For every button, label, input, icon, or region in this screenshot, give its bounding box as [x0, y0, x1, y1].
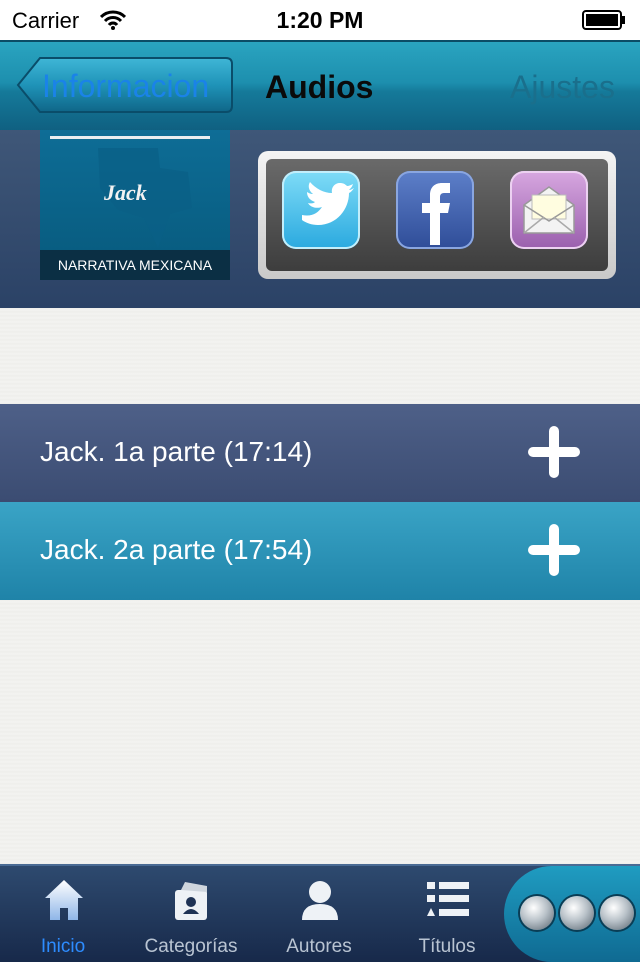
add-icon[interactable] [526, 522, 582, 578]
share-panel-inner [266, 159, 608, 271]
home-icon [45, 880, 83, 920]
add-icon[interactable] [526, 424, 582, 480]
tab-autores[interactable]: Autores [264, 866, 374, 962]
share-panel [258, 151, 616, 279]
detail-header: Jack NARRATIVA MEXICANA [0, 130, 640, 308]
back-button[interactable]: Informacion [16, 56, 233, 114]
cover-divider [50, 136, 210, 139]
facebook-share-button[interactable] [396, 171, 474, 249]
tab-label: Categorías [144, 936, 238, 957]
battery-icon [582, 10, 625, 30]
cover-title: Jack [104, 180, 147, 205]
more-icon-dot [600, 896, 634, 930]
author-icon [302, 881, 338, 920]
facebook-icon [422, 183, 450, 245]
more-icon-dot [520, 896, 554, 930]
twitter-share-button[interactable] [282, 171, 360, 249]
clock: 1:20 PM [276, 7, 364, 33]
mail-share-button[interactable] [510, 171, 588, 249]
tab-label: Inicio [40, 936, 86, 957]
track-row[interactable]: Jack. 1a parte (17:14) [0, 404, 640, 502]
more-icon-dot [560, 896, 594, 930]
categories-icon [175, 882, 207, 920]
content-area: Jack. 1a parte (17:14) Jack. 2a parte (1… [0, 308, 640, 864]
nav-title-audios[interactable]: Audios [265, 69, 373, 106]
nav-bar: Informacion Audios Ajustes [0, 40, 640, 134]
tab-label: Autores [286, 936, 352, 957]
back-button-label: Informacion [42, 68, 210, 104]
tab-titulos[interactable]: Títulos [392, 866, 502, 962]
twitter-icon [302, 182, 354, 225]
tab-bar: Inicio Categorías Autores Títulos [0, 864, 640, 962]
mail-icon [523, 186, 575, 234]
tab-label: Títulos [418, 936, 476, 957]
track-title: Jack. 2a parte (17:54) [40, 534, 313, 565]
nav-tab-ajustes[interactable]: Ajustes [510, 69, 615, 106]
tab-categorias[interactable]: Categorías [136, 866, 246, 962]
tab-inicio[interactable]: Inicio [8, 866, 118, 962]
track-title: Jack. 1a parte (17:14) [40, 436, 313, 467]
more-button[interactable] [504, 866, 640, 962]
cover-footer: NARRATIVA MEXICANA [40, 250, 230, 280]
book-cover: Jack NARRATIVA MEXICANA [40, 130, 230, 280]
list-icon [427, 882, 469, 916]
track-row[interactable]: Jack. 2a parte (17:54) [0, 502, 640, 600]
status-bar: Carrier 1:20 PM [0, 0, 640, 40]
